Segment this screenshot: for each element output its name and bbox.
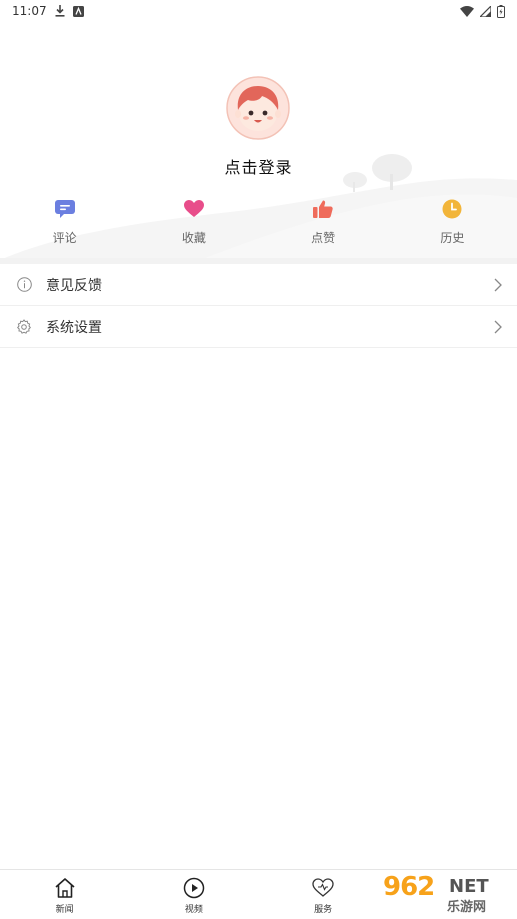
- watermark-number: 962: [383, 872, 435, 902]
- site-watermark: 962 NET 乐游网: [377, 872, 511, 915]
- thumbs-up-icon: [312, 198, 334, 220]
- quick-actions: 评论 收藏 点赞 历史: [0, 196, 517, 258]
- menu-item-settings[interactable]: 系统设置: [0, 306, 517, 348]
- quick-action-label: 收藏: [181, 231, 206, 245]
- quick-action-favorites[interactable]: 收藏: [129, 196, 258, 258]
- status-right: [460, 4, 505, 18]
- chevron-right-icon: [494, 278, 502, 292]
- quick-action-likes[interactable]: 点赞: [259, 196, 388, 258]
- nav-tab-label: 服务: [314, 905, 333, 915]
- play-icon: [182, 876, 206, 900]
- menu-item-label: 系统设置: [46, 319, 102, 336]
- watermark-subtitle: 乐游网: [447, 900, 487, 915]
- gear-icon: [16, 318, 32, 335]
- signal-icon: [480, 5, 491, 17]
- home-icon: [53, 876, 77, 900]
- quick-action-label: 评论: [52, 231, 77, 245]
- nav-tab-video[interactable]: 视频: [129, 870, 258, 919]
- menu-item-label: 意见反馈: [46, 277, 102, 294]
- quick-action-label: 历史: [440, 231, 465, 245]
- status-left: 11:07: [12, 4, 84, 18]
- status-time: 11:07: [12, 4, 47, 18]
- clock-icon: [441, 198, 463, 220]
- login-prompt[interactable]: 点击登录: [0, 154, 517, 178]
- nav-tab-label: 新闻: [55, 905, 74, 915]
- nav-tab-service[interactable]: 服务: [259, 870, 388, 919]
- menu-item-feedback[interactable]: 意见反馈: [0, 264, 517, 306]
- status-bar: 11:07: [0, 0, 517, 22]
- quick-action-comment[interactable]: 评论: [0, 196, 129, 258]
- nav-tab-news[interactable]: 新闻: [0, 870, 129, 919]
- comment-icon: [54, 198, 76, 220]
- quick-action-history[interactable]: 历史: [388, 196, 517, 258]
- battery-charging-icon: [497, 4, 505, 18]
- settings-menu: 意见反馈 系统设置: [0, 264, 517, 348]
- chevron-right-icon: [494, 320, 502, 334]
- download-icon: [55, 5, 65, 17]
- heart-outline-icon: [311, 876, 335, 900]
- avatar[interactable]: [226, 76, 290, 140]
- watermark-suffix: NET: [449, 876, 489, 897]
- info-icon: [16, 277, 32, 293]
- quick-action-label: 点赞: [311, 231, 336, 245]
- app-notification-icon: [72, 5, 84, 17]
- wifi-icon: [460, 5, 474, 17]
- nav-tab-label: 视频: [184, 905, 203, 915]
- heart-icon: [183, 198, 205, 220]
